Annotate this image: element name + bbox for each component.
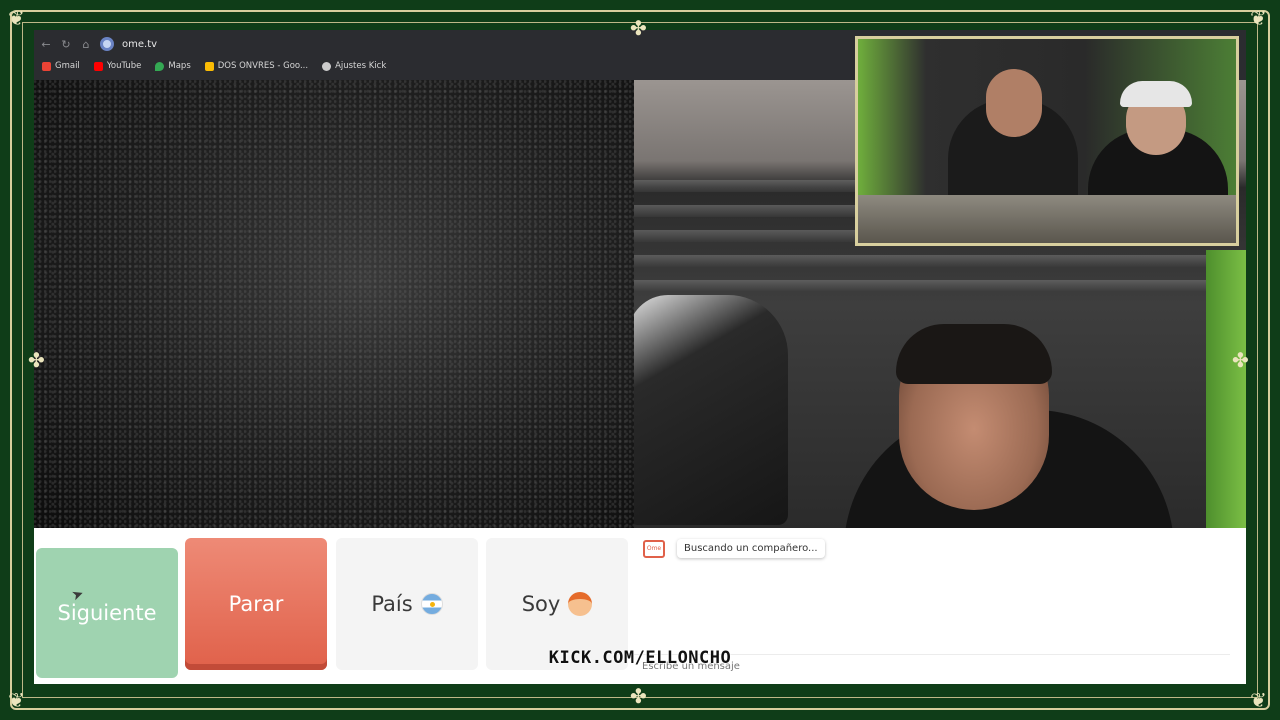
corner-ornament-icon: ❦ (1250, 6, 1267, 30)
corner-ornament-icon: ❦ (8, 6, 25, 30)
streamer-face-left (986, 69, 1042, 137)
address-bar[interactable]: ← ↻ ⌂ ome.tv (34, 34, 854, 54)
bookmark-kick-settings[interactable]: Ajustes Kick (322, 61, 386, 71)
bookmark-drive[interactable]: DOS ONVRES - Goo... (204, 61, 309, 71)
site-favicon-icon (100, 37, 114, 51)
home-icon[interactable]: ⌂ (80, 38, 92, 51)
youtube-icon (93, 61, 103, 71)
gender-button-label: Soy (521, 592, 561, 616)
bottom-ornament-icon: ✤ (630, 684, 647, 708)
corner-ornament-icon: ❦ (8, 688, 25, 712)
white-cap (1120, 81, 1192, 107)
drive-icon (204, 61, 214, 71)
corner-ornament-icon: ❦ (1250, 688, 1267, 712)
window-blind (634, 280, 1234, 292)
bookmark-label: Maps (168, 61, 191, 71)
chat-status-message: Buscando un compañero... (677, 539, 825, 558)
boy-avatar-icon (568, 592, 593, 616)
bookmark-label: YouTube (106, 61, 142, 71)
url-text[interactable]: ome.tv (122, 39, 157, 50)
window-blind (634, 255, 1234, 267)
stop-button-label: Parar (228, 592, 284, 616)
back-arrow-icon[interactable]: ← (40, 38, 52, 51)
streamer-webcam-overlay (855, 36, 1239, 246)
side-ornament-icon: ✤ (1232, 348, 1249, 372)
green-wall (1206, 250, 1246, 528)
bookmark-label: DOS ONVRES - Goo... (217, 61, 309, 71)
channel-watermark: KICK.COM/ELLONCHO (548, 648, 732, 668)
person-hair (896, 324, 1052, 384)
next-button-label: Siguiente (57, 601, 157, 625)
gmail-icon (42, 61, 51, 71)
bookmark-gmail[interactable]: Gmail (42, 61, 80, 71)
desk (858, 195, 1236, 243)
bookmarks-bar: Gmail YouTube Maps DOS ONVRES - Goo... A… (34, 57, 854, 75)
top-ornament-icon: ✤ (630, 16, 647, 40)
side-ornament-icon: ✤ (28, 348, 45, 372)
maps-icon (155, 61, 165, 71)
bookmark-label: Gmail (55, 61, 80, 71)
bookmark-youtube[interactable]: YouTube (93, 61, 142, 71)
ometv-logo-icon: Ome (643, 540, 665, 558)
reload-icon[interactable]: ↻ (60, 38, 72, 51)
country-button-label: País (371, 592, 413, 616)
gaming-chair (634, 295, 788, 525)
bookmark-maps[interactable]: Maps (155, 61, 191, 71)
bookmark-label: Ajustes Kick (335, 61, 387, 71)
argentina-flag-icon (420, 593, 443, 615)
partner-video-static (34, 80, 634, 528)
kick-icon (322, 61, 332, 71)
